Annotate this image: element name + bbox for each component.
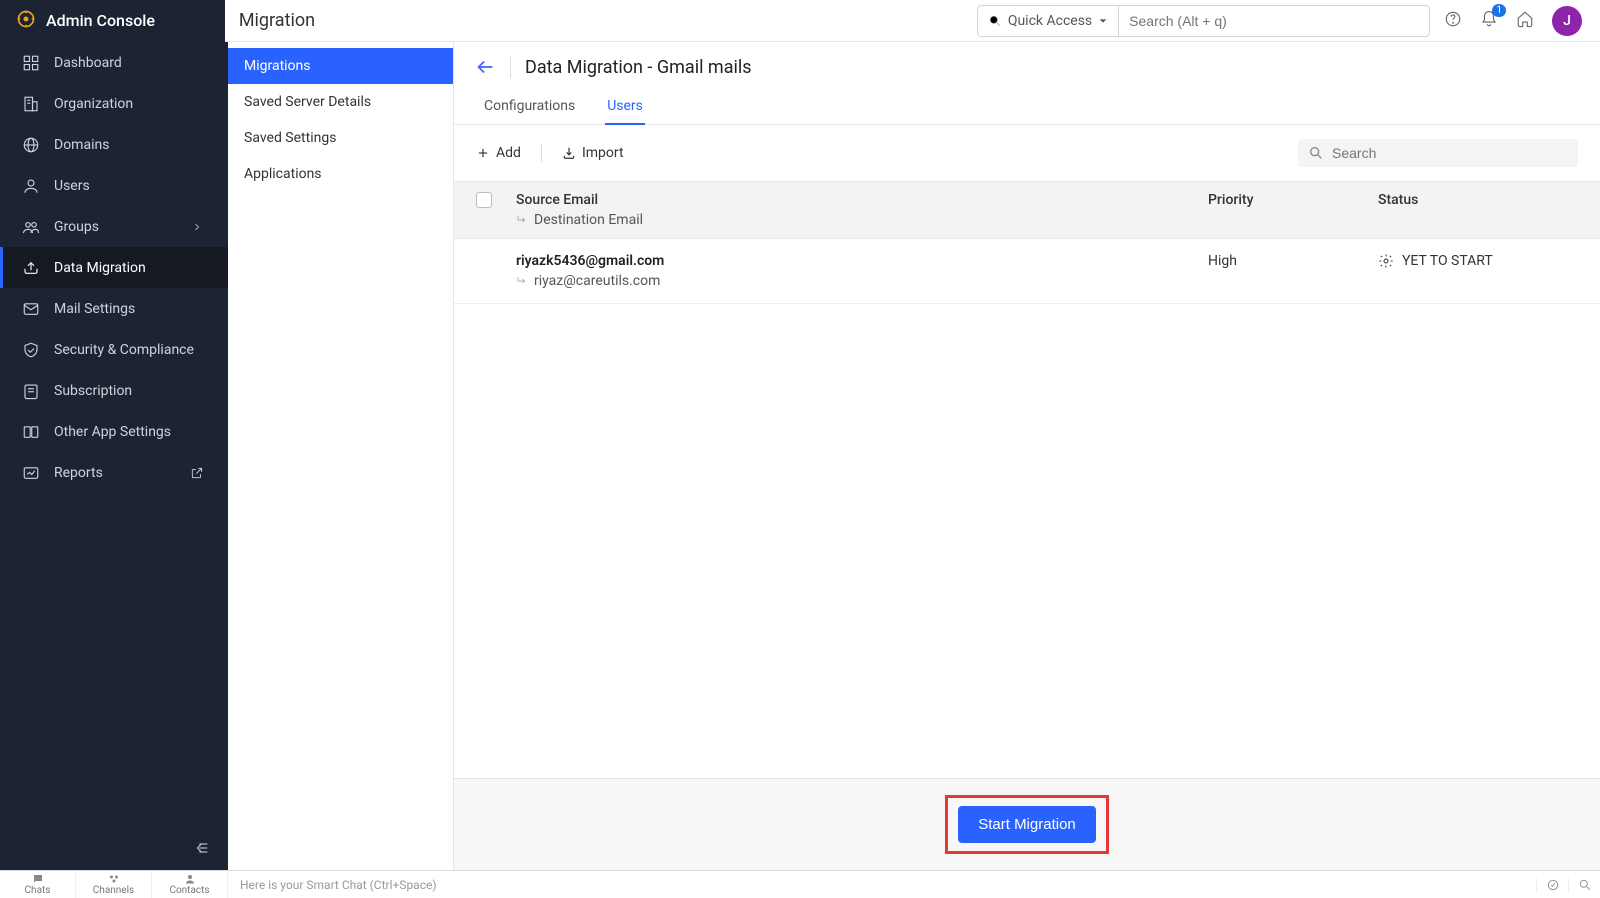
page-title: Data Migration - Gmail mails: [525, 57, 752, 78]
section-title: Migration: [225, 10, 977, 31]
subarrow-icon: [516, 214, 528, 226]
help-button[interactable]: [1444, 10, 1462, 32]
arrow-left-icon: [474, 56, 496, 78]
home-button[interactable]: [1516, 10, 1534, 32]
select-all-checkbox-cell: [476, 192, 516, 208]
brand-logo-icon: [16, 9, 36, 33]
table-header: Source Email Destination Email Priority …: [454, 181, 1600, 239]
channels-icon: [108, 873, 120, 885]
search-icon: [988, 14, 1002, 28]
nav-security[interactable]: Security & Compliance: [0, 329, 228, 370]
chevron-down-icon: [1098, 16, 1108, 26]
list-toolbar: Add Import: [454, 125, 1600, 181]
nav-subscription[interactable]: Subscription: [0, 370, 228, 411]
nav-mail-settings[interactable]: Mail Settings: [0, 288, 228, 329]
nav-users[interactable]: Users: [0, 165, 228, 206]
reports-icon: [22, 464, 40, 482]
statusbar-contacts[interactable]: Contacts: [152, 871, 228, 898]
nav-organization[interactable]: Organization: [0, 83, 228, 124]
organization-icon: [22, 95, 40, 113]
notification-badge: 1: [1492, 4, 1506, 17]
row-priority: High: [1208, 253, 1378, 269]
brand-title: Admin Console: [46, 11, 155, 30]
migration-icon: [22, 259, 40, 277]
subnav-saved-settings[interactable]: Saved Settings: [228, 120, 453, 156]
back-button[interactable]: [474, 56, 511, 78]
list-search-input[interactable]: [1332, 145, 1568, 161]
import-button[interactable]: Import: [562, 145, 624, 161]
global-search-input[interactable]: [1119, 13, 1429, 29]
plus-icon: [476, 146, 490, 160]
gear-icon: [1378, 253, 1394, 269]
nav-domains[interactable]: Domains: [0, 124, 228, 165]
shield-icon: [22, 341, 40, 359]
tabs: Configurations Users: [454, 84, 1600, 125]
statusbar-action-1[interactable]: [1536, 878, 1568, 892]
nav-groups[interactable]: Groups: [0, 206, 228, 247]
quick-access-dropdown[interactable]: Quick Access: [978, 6, 1119, 36]
secondary-nav: Migrations Saved Server Details Saved Se…: [228, 42, 454, 870]
groups-icon: [22, 218, 40, 236]
table-body: riyazk5436@gmail.com riyaz@careutils.com…: [454, 239, 1600, 778]
subnav-saved-server-details[interactable]: Saved Server Details: [228, 84, 453, 120]
chevron-right-icon: [188, 221, 206, 233]
statusbar-search[interactable]: [1568, 878, 1600, 892]
brand: Admin Console: [0, 0, 225, 42]
quick-search-container: Quick Access: [977, 5, 1430, 37]
mail-icon: [22, 300, 40, 318]
topbar: Admin Console Migration Quick Access 1 J: [0, 0, 1600, 42]
select-all-checkbox[interactable]: [476, 192, 492, 208]
nav-dashboard[interactable]: Dashboard: [0, 42, 228, 83]
import-icon: [562, 146, 576, 160]
table-row[interactable]: riyazk5436@gmail.com riyaz@careutils.com…: [454, 239, 1600, 304]
statusbar-chats[interactable]: Chats: [0, 871, 76, 898]
primary-nav: Dashboard Organization Domains Users Gro…: [0, 42, 228, 870]
collapse-sidebar-button[interactable]: [194, 840, 210, 860]
subarrow-icon: [516, 275, 528, 287]
page-header: Data Migration - Gmail mails: [454, 42, 1600, 84]
subscription-icon: [22, 382, 40, 400]
search-icon: [1308, 145, 1324, 161]
column-priority: Priority: [1208, 192, 1378, 208]
highlight-annotation: Start Migration: [945, 795, 1109, 854]
row-destination-email: riyaz@careutils.com: [516, 273, 1208, 289]
subnav-migrations[interactable]: Migrations: [228, 48, 453, 84]
tab-users[interactable]: Users: [605, 88, 645, 124]
user-icon: [22, 177, 40, 195]
user-avatar[interactable]: J: [1552, 6, 1582, 36]
statusbar: Chats Channels Contacts Here is your Sma…: [0, 870, 1600, 898]
nav-other-apps[interactable]: Other App Settings: [0, 411, 228, 452]
spark-icon: [1546, 878, 1560, 892]
apps-icon: [22, 423, 40, 441]
quick-access-label: Quick Access: [1008, 13, 1092, 29]
list-search[interactable]: [1298, 139, 1578, 167]
row-status: YET TO START: [1378, 253, 1578, 269]
contacts-icon: [184, 873, 196, 885]
toolbar-divider: [541, 144, 542, 162]
topbar-actions: 1 J: [1444, 6, 1600, 36]
row-source-email: riyazk5436@gmail.com: [516, 253, 1208, 269]
content: Data Migration - Gmail mails Configurati…: [454, 42, 1600, 870]
globe-icon: [22, 136, 40, 154]
main-area: Dashboard Organization Domains Users Gro…: [0, 42, 1600, 870]
content-footer: Start Migration: [454, 778, 1600, 870]
chat-icon: [32, 873, 44, 885]
dashboard-icon: [22, 54, 40, 72]
nav-reports[interactable]: Reports: [0, 452, 228, 493]
subnav-applications[interactable]: Applications: [228, 156, 453, 192]
nav-data-migration[interactable]: Data Migration: [0, 247, 228, 288]
collapse-icon: [194, 840, 210, 856]
external-link-icon: [188, 466, 206, 480]
notifications-button[interactable]: 1: [1480, 10, 1498, 32]
search-icon: [1578, 878, 1592, 892]
add-button[interactable]: Add: [476, 145, 521, 161]
statusbar-channels[interactable]: Channels: [76, 871, 152, 898]
column-status: Status: [1378, 192, 1578, 208]
smart-chat-input[interactable]: Here is your Smart Chat (Ctrl+Space): [228, 871, 1536, 898]
column-source-email: Source Email Destination Email: [516, 192, 1208, 228]
tab-configurations[interactable]: Configurations: [482, 88, 577, 124]
column-destination-email: Destination Email: [516, 212, 1208, 228]
start-migration-button[interactable]: Start Migration: [958, 806, 1096, 843]
